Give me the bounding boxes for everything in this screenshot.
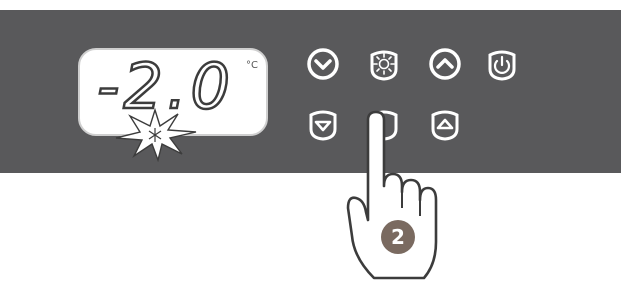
chevron-down-icon[interactable]	[306, 47, 340, 81]
chevron-up-icon[interactable]	[428, 47, 462, 81]
snowflake-icon	[115, 108, 197, 162]
temperature-unit: °C	[246, 60, 258, 71]
chevron-down-icon[interactable]	[306, 107, 340, 141]
pointing-hand-icon	[346, 110, 438, 280]
sun-icon[interactable]	[367, 47, 401, 81]
step-number-badge: 2	[381, 220, 415, 254]
control-panel: -2.0 °C	[0, 10, 621, 173]
power-icon[interactable]	[485, 47, 519, 81]
